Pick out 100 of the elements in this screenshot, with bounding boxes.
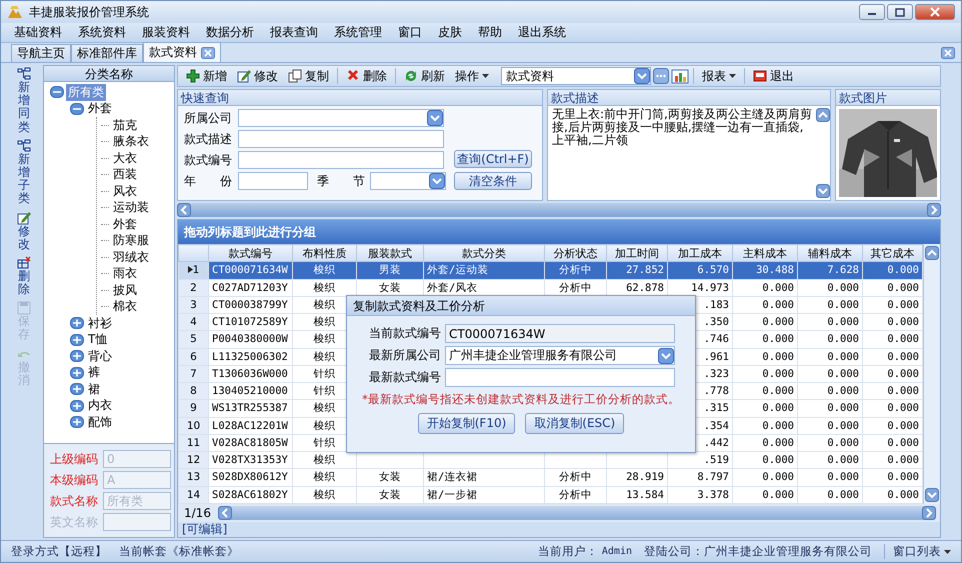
column-header[interactable]: 布料性质 xyxy=(292,244,356,262)
close-icon[interactable] xyxy=(201,46,215,58)
input-field[interactable] xyxy=(238,151,444,169)
tree-item[interactable]: 内衣 xyxy=(86,397,114,414)
tab[interactable]: 导航主页 xyxy=(11,44,71,62)
close-button[interactable] xyxy=(915,4,955,20)
exit-button[interactable]: 退出 xyxy=(749,66,798,86)
column-header[interactable]: 服装款式 xyxy=(356,244,424,262)
menu-item[interactable]: 报表查询 xyxy=(263,24,325,41)
scroll-down-button[interactable] xyxy=(816,184,830,198)
menu-item[interactable]: 数据分析 xyxy=(199,24,261,41)
menu-button[interactable]: 操作 xyxy=(451,66,493,86)
side-tool-button[interactable]: 新增子类 xyxy=(17,138,31,206)
scroll-up-button[interactable] xyxy=(925,246,939,260)
column-header[interactable]: 款式编号 xyxy=(208,244,292,262)
vertical-scrollbar[interactable] xyxy=(923,244,940,504)
column-header[interactable]: 辅料成本 xyxy=(798,244,862,262)
tree-item[interactable]: 羽绒衣 xyxy=(111,248,151,266)
tree-item[interactable]: T恤 xyxy=(86,331,110,348)
ellipsis-button-icon[interactable] xyxy=(653,68,669,84)
tree-item[interactable]: 茄克 xyxy=(111,116,139,134)
dropdown[interactable] xyxy=(370,172,446,190)
horizontal-scrollbar[interactable] xyxy=(177,203,941,217)
close-icon[interactable] xyxy=(941,47,955,59)
toolbar-button[interactable]: 删除 xyxy=(342,66,391,86)
input-field[interactable] xyxy=(238,130,444,148)
tree-item[interactable]: 棉衣 xyxy=(111,298,139,316)
expand-icon[interactable] xyxy=(70,317,84,330)
toolbar-button[interactable]: 修改 xyxy=(233,66,282,86)
table-row[interactable]: 13 S028DX80612Y 梭织 女装 裙/连衣裙 分析中 28.919 8.797 0.000 0.000 0.000 xyxy=(178,468,922,486)
input-field[interactable] xyxy=(103,513,171,531)
scroll-right-button[interactable] xyxy=(927,203,941,217)
toolbar-button[interactable]: 复制 xyxy=(284,66,333,86)
tab[interactable]: 标准部件库 xyxy=(71,44,143,62)
side-tool-button[interactable]: 修改 xyxy=(17,210,31,251)
menu-item[interactable]: 皮肤 xyxy=(431,24,469,41)
report-button[interactable]: 报表 xyxy=(698,66,740,86)
tree-item[interactable]: 腋条衣 xyxy=(111,133,151,150)
input-field[interactable] xyxy=(445,368,675,387)
menu-item[interactable]: 帮助 xyxy=(471,24,509,41)
scroll-left-button[interactable] xyxy=(177,203,191,217)
collapse-icon[interactable] xyxy=(70,102,84,115)
horizontal-scrollbar[interactable] xyxy=(218,506,936,520)
menu-item[interactable]: 窗口 xyxy=(391,24,429,41)
query-button[interactable]: 清空条件 xyxy=(454,172,532,190)
dropdown[interactable]: 广州丰捷企业管理服务有限公司 xyxy=(445,346,675,365)
tree-item[interactable]: 配饰 xyxy=(86,414,114,431)
menu-item[interactable]: 服装资料 xyxy=(135,24,197,41)
expand-icon[interactable] xyxy=(70,383,84,396)
expand-icon[interactable] xyxy=(70,416,84,428)
query-button[interactable]: 查询(Ctrl+F) xyxy=(454,150,532,168)
expand-icon[interactable] xyxy=(70,334,84,346)
side-tool-button[interactable]: 新增同类 xyxy=(17,67,31,134)
table-row[interactable]: 1 CT000071634W 梭织 男装 外套/运动装 分析中 27.852 6.570 30.488 7.628 0.000 xyxy=(178,262,922,280)
window-list-button[interactable]: 窗口列表 xyxy=(884,544,951,559)
minimize-button[interactable] xyxy=(859,4,885,20)
scroll-left-button[interactable] xyxy=(218,506,232,520)
tree-item[interactable]: 风衣 xyxy=(111,182,139,200)
menu-item[interactable]: 基础资料 xyxy=(7,24,69,41)
toolbar-button[interactable]: 新增 xyxy=(182,66,231,86)
side-tool-button[interactable]: 删除 xyxy=(17,256,31,296)
column-header[interactable]: 其它成本 xyxy=(862,244,922,262)
dropdown[interactable] xyxy=(238,109,444,127)
column-header[interactable]: 款式分类 xyxy=(424,244,544,262)
tree-item[interactable]: 披风 xyxy=(111,282,139,299)
tree-item[interactable]: 裙 xyxy=(86,380,102,398)
dialog-button[interactable]: 取消复制(ESC) xyxy=(525,413,624,434)
menu-item[interactable]: 退出系统 xyxy=(511,24,573,41)
tree-item[interactable]: 雨衣 xyxy=(111,265,139,282)
input-field[interactable] xyxy=(238,172,308,190)
scroll-up-button[interactable] xyxy=(816,108,830,122)
scroll-right-button[interactable] xyxy=(922,506,936,520)
expand-icon[interactable] xyxy=(70,350,84,362)
column-header[interactable]: 分析状态 xyxy=(544,244,606,262)
tree-item[interactable]: 外套 xyxy=(111,216,139,233)
tree-item[interactable]: 背心 xyxy=(86,348,114,365)
tree-item[interactable]: 裤 xyxy=(86,364,102,382)
tree-item[interactable]: 衬衫 xyxy=(86,314,114,332)
maximize-button[interactable] xyxy=(887,4,913,20)
dropdown[interactable]: 款式资料 xyxy=(501,67,651,85)
tree-item[interactable]: 外套 xyxy=(86,100,114,118)
tab[interactable]: 款式资料 xyxy=(143,42,221,62)
tree-item[interactable]: 大衣 xyxy=(111,150,139,167)
column-header[interactable]: 加工成本 xyxy=(668,244,732,262)
dialog-button[interactable]: 开始复制(F10) xyxy=(418,413,516,434)
scroll-down-button[interactable] xyxy=(925,488,939,502)
tree-item[interactable]: 西装 xyxy=(111,166,139,184)
tree-item[interactable]: 防寒服 xyxy=(111,232,151,250)
column-header[interactable]: 加工时间 xyxy=(606,244,668,262)
input-field[interactable]: CT000071634W xyxy=(445,324,675,343)
expand-icon[interactable] xyxy=(70,400,84,412)
menu-item[interactable]: 系统管理 xyxy=(327,24,389,41)
menu-item[interactable]: 系统资料 xyxy=(71,24,133,41)
tree-item[interactable]: 运动装 xyxy=(111,199,151,216)
column-header[interactable]: 主料成本 xyxy=(732,244,798,262)
toolbar-button[interactable]: 刷新 xyxy=(400,66,449,86)
chart-icon[interactable] xyxy=(671,68,689,84)
copy-icon xyxy=(288,69,302,83)
collapse-icon[interactable] xyxy=(50,86,64,98)
expand-icon[interactable] xyxy=(70,366,84,379)
